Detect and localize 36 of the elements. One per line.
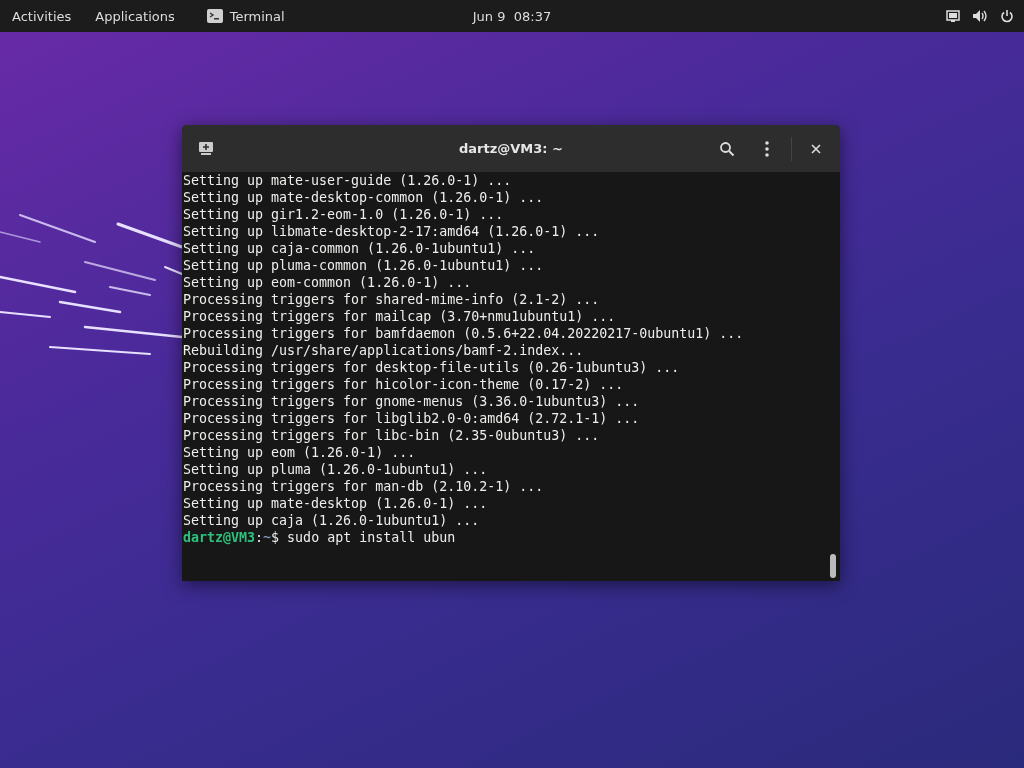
menu-icon	[765, 140, 769, 157]
output-line: Setting up eom-common (1.26.0-1) ...	[183, 274, 472, 291]
output-line: Setting up caja-common (1.26.0-1ubuntu1) ...	[183, 240, 536, 257]
output-line: Processing triggers for libglib2.0-0:amd64 (2.72.1-1) ...	[183, 410, 640, 427]
output-line: Setting up eom (1.26.0-1) ...	[183, 444, 416, 461]
output-line: Setting up mate-user-guide (1.26.0-1) ...	[183, 172, 512, 189]
command-prompt[interactable]: dartz@VM3:~$ sudo apt install ubun	[183, 529, 456, 546]
output-line: Setting up caja (1.26.0-1ubuntu1) ...	[183, 512, 480, 529]
volume-icon[interactable]	[972, 9, 988, 23]
output-line: Processing triggers for man-db (2.10.2-1) ...	[183, 478, 544, 495]
app-menu[interactable]: Terminal	[186, 8, 297, 24]
output-line: Processing triggers for bamfdaemon (0.5.6+22.04.20220217-0ubuntu1) ...	[183, 325, 744, 342]
output-line: Setting up pluma-common (1.26.0-1ubuntu1) ...	[183, 257, 544, 274]
window-title: dartz@VM3: ~	[459, 141, 563, 156]
output-line: Setting up pluma (1.26.0-1ubuntu1) ...	[183, 461, 488, 478]
output-line: Setting up gir1.2-eom-1.0 (1.26.0-1) ...	[183, 206, 504, 223]
output-line: Setting up mate-desktop-common (1.26.0-1) ...	[183, 189, 544, 206]
output-line: Processing triggers for libc-bin (2.35-0ubuntu3) ...	[183, 427, 600, 444]
close-icon	[811, 143, 821, 154]
output-line: Setting up mate-desktop (1.26.0-1) ...	[183, 495, 488, 512]
output-line: Rebuilding /usr/share/applications/bamf-2.index...	[183, 342, 584, 359]
output-line: Processing triggers for gnome-menus (3.36.0-1ubuntu3) ...	[183, 393, 640, 410]
output-line: Processing triggers for mailcap (3.70+nmu1ubuntu1) ...	[183, 308, 616, 325]
output-line: Processing triggers for hicolor-icon-theme (0.17-2) ...	[183, 376, 624, 393]
output-line: Processing triggers for shared-mime-info (2.1-2) ...	[183, 291, 600, 308]
output-line: Processing triggers for desktop-file-utils (0.26-1ubuntu3) ...	[183, 359, 680, 376]
applications-menu[interactable]: Applications	[83, 8, 187, 24]
output-line: Setting up libmate-desktop-2-17:amd64 (1.26.0-1) ...	[183, 223, 600, 240]
add-tab-icon	[199, 142, 213, 155]
search-icon	[719, 140, 735, 157]
clock[interactable]: Jun 9 08:37	[472, 8, 552, 24]
scrollbar-thumb[interactable]	[830, 554, 836, 578]
network-icon[interactable]	[946, 9, 960, 23]
terminal-icon	[206, 9, 223, 23]
activities-button[interactable]: Activities	[0, 8, 84, 24]
power-icon[interactable]	[1000, 9, 1014, 23]
